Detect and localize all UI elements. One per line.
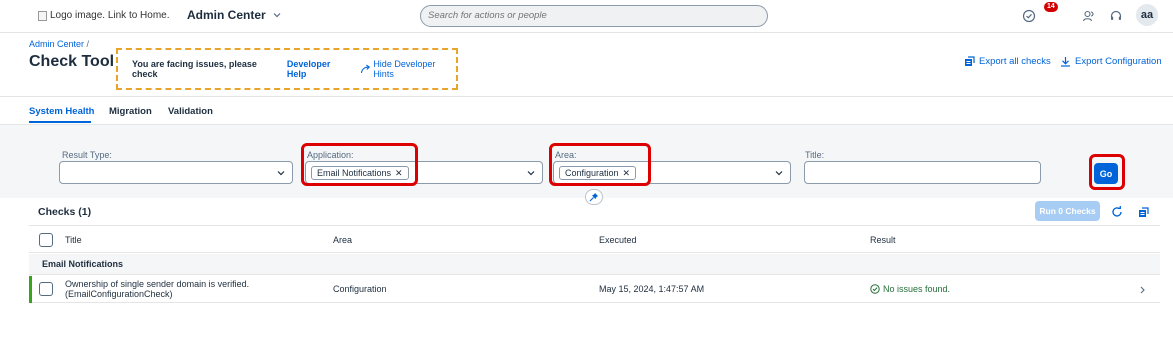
export-configuration-button[interactable]: Export Configuration <box>1060 56 1162 67</box>
table-row[interactable]: Ownership of single sender domain is ver… <box>29 276 1160 303</box>
row-status-indicator <box>29 276 32 303</box>
breadcrumb-separator: / <box>86 39 90 49</box>
hide-hints-link[interactable]: Hide Developer Hints <box>360 59 456 79</box>
tab-bar: System Health Migration Validation <box>0 96 1173 124</box>
tab-validation[interactable]: Validation <box>168 106 213 117</box>
title-filter-label: Title: <box>805 150 825 160</box>
export-table-icon <box>965 56 975 66</box>
page-title: Check Tool <box>29 53 115 70</box>
group-label: Email Notifications <box>42 259 124 269</box>
title-filter-input[interactable] <box>804 161 1041 184</box>
developer-hint-box: You are facing issues, please check Deve… <box>116 48 458 90</box>
chevron-down-icon <box>775 171 783 176</box>
notifications-button[interactable] <box>1020 7 1038 25</box>
select-all-checkbox[interactable] <box>39 233 53 247</box>
pin-filter-bar-button[interactable] <box>585 189 603 205</box>
bell-check-icon <box>1022 9 1036 23</box>
success-check-icon <box>870 284 880 294</box>
table-header: Title Area Executed Result <box>29 225 1160 253</box>
developer-help-link[interactable]: Developer Help <box>287 59 351 79</box>
chevron-down-icon <box>527 171 535 176</box>
breadcrumb: Admin Center / <box>29 39 89 49</box>
app-title-label: Admin Center <box>187 8 266 22</box>
row-title-line1: Ownership of single sender domain is ver… <box>65 279 250 289</box>
column-header-executed[interactable]: Executed <box>599 235 637 245</box>
hint-text: You are facing issues, please check <box>132 59 257 79</box>
people-icon <box>1082 10 1094 22</box>
download-icon <box>1061 57 1070 67</box>
home-logo-link[interactable]: Logo image. Link to Home. <box>38 10 170 21</box>
tab-system-health[interactable]: System Health <box>29 106 94 117</box>
user-avatar[interactable]: aa <box>1136 4 1158 26</box>
area-highlight-box <box>549 143 651 186</box>
logo-alt-text: Logo image. Link to Home. <box>50 10 170 21</box>
chevron-right-icon[interactable] <box>1139 286 1146 294</box>
active-tab-indicator <box>29 121 91 123</box>
export-all-checks-button[interactable]: Export all checks <box>964 56 1051 67</box>
result-type-label: Result Type: <box>62 150 112 160</box>
breadcrumb-link[interactable]: Admin Center <box>29 39 84 49</box>
help-button[interactable] <box>1107 7 1125 25</box>
column-header-result[interactable]: Result <box>870 235 896 245</box>
go-highlight-box <box>1089 154 1125 190</box>
run-checks-button[interactable]: Run 0 Checks <box>1035 201 1100 221</box>
notification-badge: 14 <box>1044 2 1058 12</box>
shell-bar: Logo image. Link to Home. Admin Center 1… <box>0 0 1173 33</box>
headset-icon <box>1110 10 1122 20</box>
column-header-area[interactable]: Area <box>333 235 352 245</box>
refresh-button[interactable] <box>1109 204 1125 220</box>
row-checkbox[interactable] <box>39 282 53 296</box>
export-table-button[interactable] <box>1135 204 1151 220</box>
column-header-title[interactable]: Title <box>65 235 82 245</box>
pin-icon <box>589 193 598 202</box>
row-result-text: No issues found. <box>883 284 951 294</box>
search-field[interactable] <box>420 5 768 27</box>
app-title-menu[interactable]: Admin Center <box>187 8 282 22</box>
feedback-button[interactable] <box>1080 7 1098 25</box>
group-header-row: Email Notifications <box>29 254 1160 275</box>
search-input[interactable] <box>421 6 741 25</box>
export-table-icon <box>1138 206 1149 217</box>
refresh-icon <box>1112 206 1122 217</box>
arrow-redo-icon <box>360 64 370 73</box>
row-executed: May 15, 2024, 1:47:57 AM <box>599 284 705 294</box>
application-highlight-box <box>301 143 418 186</box>
row-result: No issues found. <box>870 284 950 294</box>
row-area: Configuration <box>333 284 387 294</box>
checks-table-title: Checks (1) <box>38 206 92 218</box>
export-config-label: Export Configuration <box>1075 56 1162 67</box>
broken-image-icon <box>38 10 47 21</box>
chevron-down-icon <box>277 171 285 176</box>
hide-hints-label: Hide Developer Hints <box>373 59 436 79</box>
result-type-select[interactable] <box>59 161 293 184</box>
row-title-line2: (EmailConfigurationCheck) <box>65 289 173 299</box>
tab-migration[interactable]: Migration <box>109 106 152 117</box>
export-all-label: Export all checks <box>979 56 1051 67</box>
chevron-down-icon <box>273 13 281 18</box>
